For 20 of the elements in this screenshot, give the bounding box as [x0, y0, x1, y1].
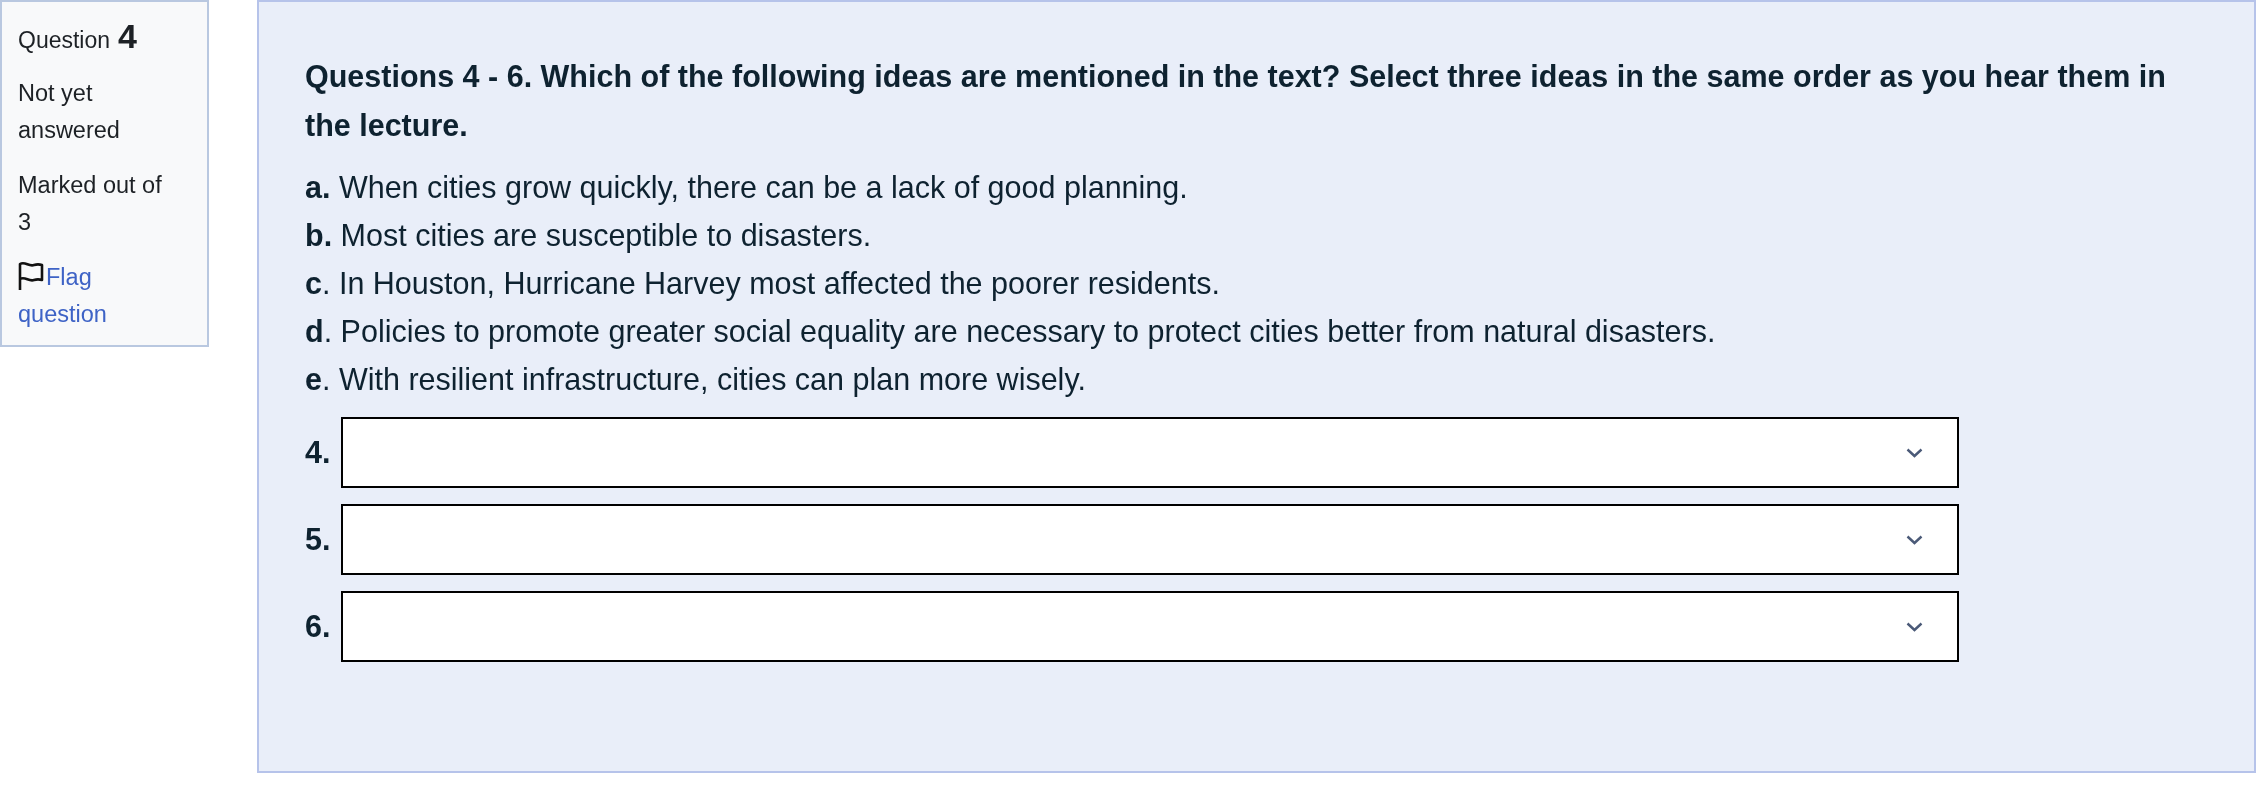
flag-question-link[interactable]: Flag question — [18, 259, 173, 333]
option-text: e. With resilient infrastructure, cities can plan more wisely. — [305, 361, 1087, 399]
answer-number: 6. — [305, 609, 332, 644]
chevron-icon — [1906, 447, 1923, 458]
answer-number: 5. — [305, 522, 332, 557]
question-number: 4 — [118, 18, 137, 55]
question-label: Question — [18, 26, 111, 55]
answer-dropdown[interactable] — [341, 417, 1959, 488]
chevron-icon — [1906, 534, 1923, 545]
question-status: Not yet answered — [18, 79, 121, 145]
answer-dropdown[interactable] — [341, 591, 1959, 662]
option-text: d. Policies to promote greater social equality are necessary to protect cities better from natural disasters. — [305, 313, 1717, 351]
answer-number: 4. — [305, 435, 332, 470]
option-text: c. In Houston, Hurricane Harvey most affected the poorer residents. — [305, 265, 1221, 303]
question-marks: Marked out of 3 — [18, 171, 163, 237]
option-text: a. When cities grow quickly, there can be a lack of good planning. — [305, 169, 1189, 207]
question-prompt: Questions 4 - 6. Which of the following ideas are mentioned in the text? Select three ideas in the same order as you hear them in the lecture. — [305, 58, 2167, 144]
answer-dropdown[interactable] — [341, 504, 1959, 575]
chevron-icon — [1906, 621, 1923, 632]
option-text: b. Most cities are susceptible to disasters. — [305, 217, 873, 255]
